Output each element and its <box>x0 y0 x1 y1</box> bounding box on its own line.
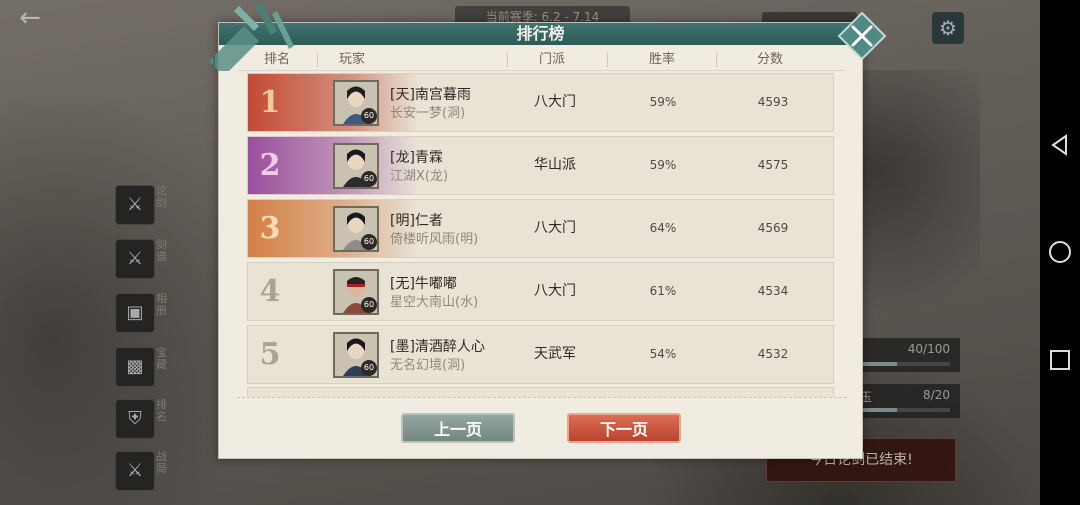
col-sect: 门派 <box>539 52 566 67</box>
player-sect: 八大门 <box>534 283 576 299</box>
level-badge: 60 <box>361 108 377 124</box>
column-headers: 排名 玩家 门派 胜率 分数 <box>239 49 845 71</box>
player-win-rate: 59% <box>649 158 677 172</box>
player-win-rate: 59% <box>649 95 677 109</box>
player-server: 星空大南山(水) <box>390 295 479 310</box>
player-name: [龙]青霖 <box>390 150 443 166</box>
leaderboard-row[interactable]: 4 60 [无]牛嘟嘟 星空大南山(水) 八大门 61% 4534 <box>247 262 834 321</box>
next-page-button[interactable]: 下一页 <box>567 413 681 443</box>
modal-header: 排行榜 <box>219 23 862 45</box>
avatar[interactable]: 60 <box>333 143 379 189</box>
player-name: [墨]清酒醉人心 <box>390 339 485 355</box>
rank-number: 2 <box>259 148 281 183</box>
level-badge: 60 <box>361 234 377 250</box>
leaderboard-modal: 排行榜 排名 玩家 门派 胜率 分数 1 60 [天]南宫暮雨 长安一梦(洞) … <box>209 1 887 459</box>
rank-number: 5 <box>259 337 281 372</box>
level-badge: 60 <box>361 171 377 187</box>
player-score: 4575 <box>757 158 789 172</box>
player-win-rate: 61% <box>649 284 677 298</box>
level-badge: 60 <box>361 360 377 376</box>
leaderboard-row[interactable]: 2 60 [龙]青霖 江湖X(龙) 华山派 59% 4575 <box>247 136 834 195</box>
divider <box>237 397 847 398</box>
player-name: [天]南宫暮雨 <box>390 87 471 103</box>
nav-back-icon[interactable] <box>1040 125 1080 165</box>
player-sect: 华山派 <box>534 157 576 173</box>
col-rank: 排名 <box>264 52 291 67</box>
leaderboard-row[interactable]: 5 60 [墨]清酒醉人心 无名幻境(洞) 天武军 54% 4532 <box>247 325 834 384</box>
rank-number: 3 <box>259 211 281 246</box>
nav-recents-icon[interactable] <box>1040 340 1080 380</box>
col-separator <box>507 53 508 67</box>
player-server: 倚楼听风雨(明) <box>390 232 479 247</box>
player-server: 无名幻境(洞) <box>390 358 466 373</box>
col-separator <box>607 53 608 67</box>
rank-number: 4 <box>259 274 281 309</box>
avatar[interactable]: 60 <box>333 269 379 315</box>
android-nav-bar <box>1040 0 1080 505</box>
col-player: 玩家 <box>339 52 366 67</box>
player-server: 长安一梦(洞) <box>390 106 466 121</box>
player-win-rate: 64% <box>649 221 677 235</box>
level-badge: 60 <box>361 297 377 313</box>
player-name: [无]牛嘟嘟 <box>390 276 457 292</box>
col-separator <box>317 53 318 67</box>
leaderboard-row-partial <box>247 387 834 397</box>
modal-title: 排行榜 <box>516 24 565 43</box>
col-separator <box>716 53 717 67</box>
player-sect: 天武军 <box>534 346 576 362</box>
avatar[interactable]: 60 <box>333 206 379 252</box>
player-sect: 八大门 <box>534 220 576 236</box>
player-score: 4532 <box>757 347 789 361</box>
player-server: 江湖X(龙) <box>390 169 449 184</box>
nav-home-icon[interactable] <box>1040 232 1080 272</box>
avatar[interactable]: 60 <box>333 332 379 378</box>
col-win-rate: 胜率 <box>649 52 676 67</box>
player-name: [明]仁者 <box>390 213 443 229</box>
col-score: 分数 <box>757 52 784 67</box>
leaderboard-row[interactable]: 1 60 [天]南宫暮雨 长安一梦(洞) 八大门 59% 4593 <box>247 73 834 132</box>
player-sect: 八大门 <box>534 94 576 110</box>
player-score: 4593 <box>757 95 789 109</box>
leaderboard-row[interactable]: 3 60 [明]仁者 倚楼听风雨(明) 八大门 64% 4569 <box>247 199 834 258</box>
prev-page-button[interactable]: 上一页 <box>401 413 515 443</box>
player-win-rate: 54% <box>649 347 677 361</box>
player-score: 4534 <box>757 284 789 298</box>
rank-number: 1 <box>259 85 281 120</box>
player-score: 4569 <box>757 221 789 235</box>
avatar[interactable]: 60 <box>333 80 379 126</box>
